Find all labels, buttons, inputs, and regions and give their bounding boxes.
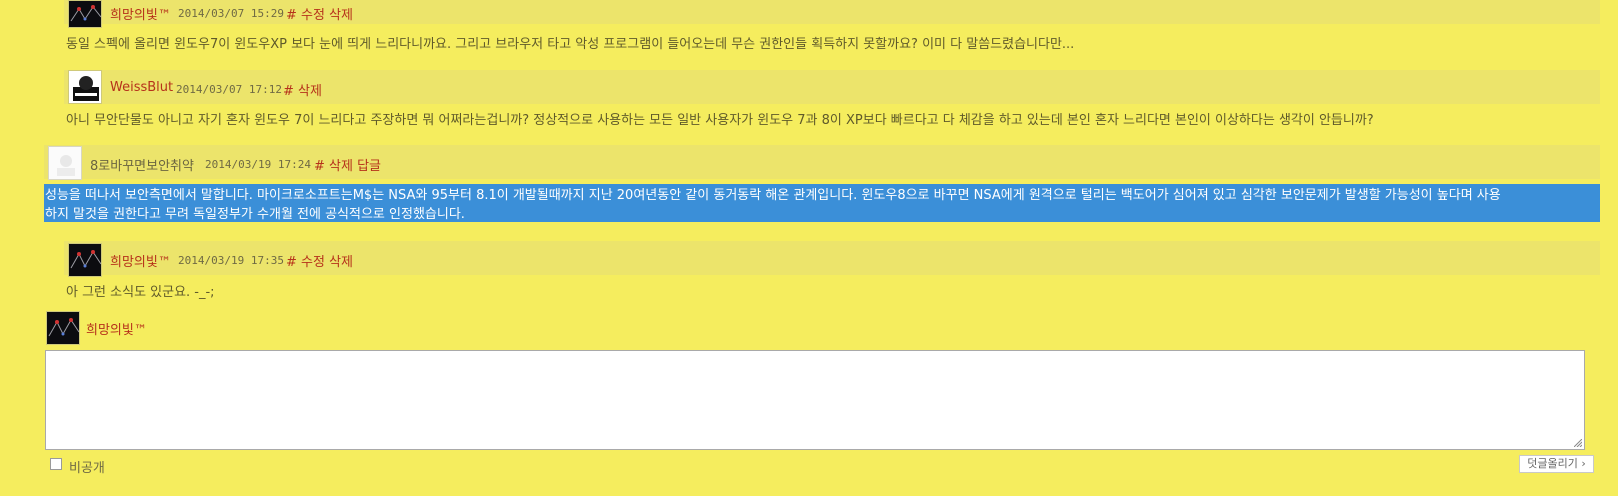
- comment-author[interactable]: 희망의빛™: [110, 4, 171, 23]
- edit-link[interactable]: # 수정: [286, 8, 325, 23]
- comment-date: 2014/03/19 17:35: [178, 254, 284, 267]
- submit-comment-button[interactable]: 덧글올리기 ›: [1519, 455, 1594, 473]
- avatar-icon: [73, 76, 99, 101]
- comment-date: 2014/03/19 17:24: [205, 158, 311, 171]
- comment-author[interactable]: 희망의빛™: [110, 251, 171, 270]
- avatar-icon: [48, 318, 79, 337]
- reply-textarea[interactable]: [45, 350, 1585, 450]
- comment-body: 아니 무안단물도 아니고 자기 혼자 윈도우 7이 느리다고 주장하면 뭐 어쩌…: [66, 113, 1374, 128]
- comment-author[interactable]: 8로바꾸면보안취약: [90, 155, 194, 174]
- delete-link[interactable]: # 삭제: [283, 84, 322, 99]
- delete-link[interactable]: 삭제: [329, 8, 353, 23]
- comment-actions: # 삭제: [283, 80, 322, 99]
- comment-body-line: 하지 말것을 권한다고 무려 독일정부가 수개월 전에 공식적으로 인정했습니다…: [45, 207, 465, 222]
- resize-grip-icon[interactable]: [1574, 439, 1582, 447]
- private-checkbox[interactable]: [50, 458, 62, 470]
- private-label: 비공개: [69, 461, 105, 476]
- avatar-icon: [70, 5, 101, 22]
- avatar: [68, 0, 102, 28]
- avatar: [68, 243, 102, 277]
- comment-author[interactable]: WeissBlut: [110, 80, 173, 95]
- comment-actions: # 수정 삭제: [286, 251, 353, 270]
- comment-body-line: 성능을 떠나서 보안측면에서 말합니다. 마이크로소프트는M$는 NSA와 95…: [45, 188, 1501, 203]
- avatar-icon: [57, 155, 75, 176]
- delete-link[interactable]: 삭제: [329, 255, 353, 270]
- comment-body: 동일 스펙에 올리면 윈도우7이 윈도우XP 보다 눈에 띄게 느리다니까요. …: [66, 37, 1075, 52]
- comment-date: 2014/03/07 17:12: [176, 83, 282, 96]
- edit-link[interactable]: # 수정: [286, 255, 325, 270]
- delete-link[interactable]: # 삭제: [314, 159, 353, 174]
- reply-link[interactable]: 답글: [357, 159, 381, 174]
- comment-actions: # 수정 삭제: [286, 4, 353, 23]
- comment-actions: # 삭제 답글: [314, 155, 381, 174]
- reply-avatar: [46, 311, 80, 345]
- comment-body: 성능을 떠나서 보안측면에서 말합니다. 마이크로소프트는M$는 NSA와 95…: [45, 186, 1595, 224]
- avatar-icon: [70, 250, 101, 269]
- avatar: [68, 70, 102, 104]
- reply-author[interactable]: 희망의빛™: [86, 319, 147, 338]
- comment-date: 2014/03/07 15:29: [178, 7, 284, 20]
- avatar: [48, 146, 82, 180]
- comment-body: 아 그런 소식도 있군요. -_-;: [66, 285, 215, 300]
